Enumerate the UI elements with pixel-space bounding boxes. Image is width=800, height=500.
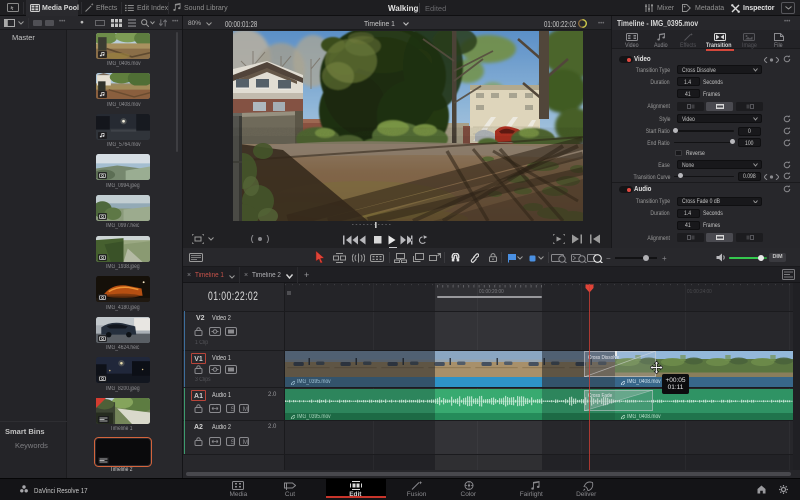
svg-text:S: S <box>231 406 236 413</box>
svg-text:M: M <box>243 439 248 446</box>
svg-text:S: S <box>231 439 236 446</box>
svg-text:M: M <box>243 406 248 413</box>
